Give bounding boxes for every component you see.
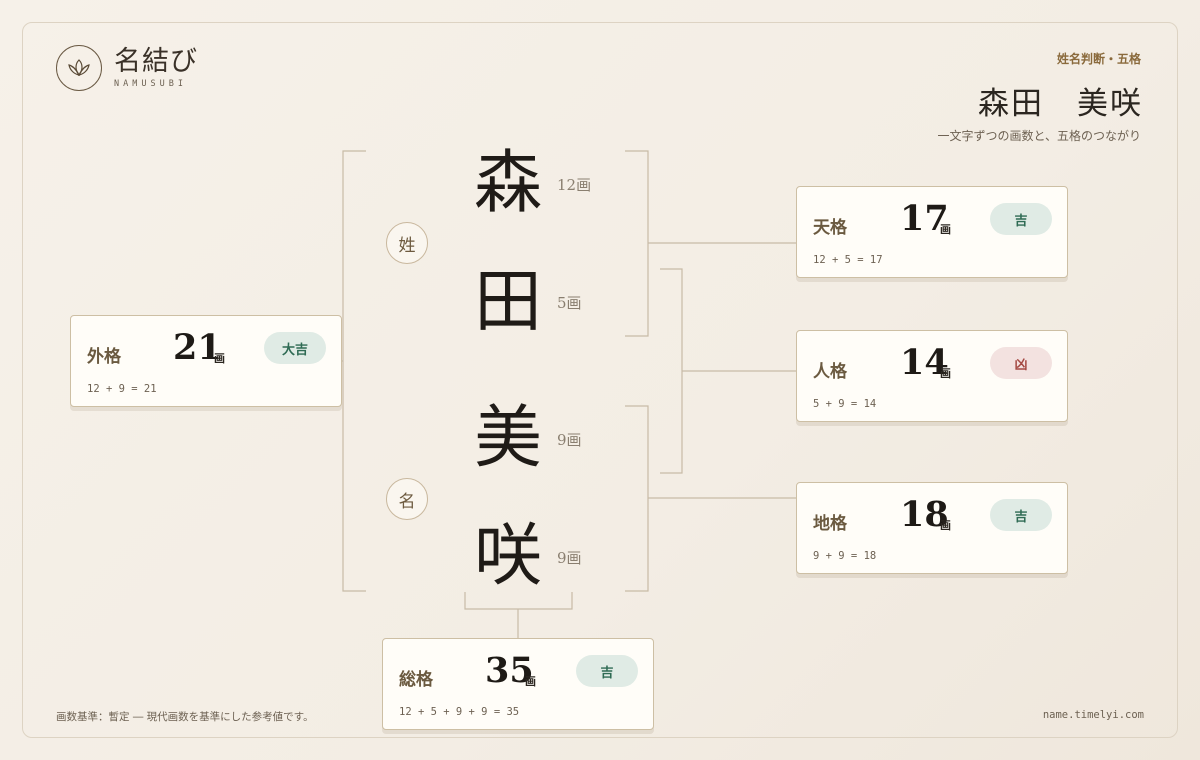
card-formula: 5 + 9 = 14 [813,398,877,410]
card-unit: 画 [940,519,951,532]
card-name: 人格 [813,362,847,382]
footer-url[interactable]: name.timelyi.com [1043,709,1144,721]
fortune-badge: 吉 [990,499,1052,531]
card-formula: 12 + 5 = 17 [813,254,883,266]
fortune-badge: 大吉 [264,332,326,364]
soukaku-card[interactable]: 総格 35 画 吉 12 + 5 + 9 + 9 = 35 [382,638,654,730]
character-3-strokes: 9画 [557,431,582,449]
fortune-badge: 吉 [576,655,638,687]
character-3: 美 [473,399,542,478]
character-4: 咲 [473,517,542,596]
card-name: 総格 [399,670,433,690]
card-name: 地格 [813,514,847,534]
card-name: 外格 [87,347,121,367]
card-formula: 9 + 9 = 18 [813,550,877,562]
character-2: 田 [473,263,542,342]
character-4-strokes: 9画 [557,549,582,567]
card-unit: 画 [525,675,536,688]
card-unit: 画 [940,223,951,236]
character-1: 森 [473,144,542,223]
card-formula: 12 + 5 + 9 + 9 = 35 [399,706,520,718]
gaikaku-card[interactable]: 外格 21 画 大吉 12 + 9 = 21 [70,315,342,407]
card-formula: 12 + 9 = 21 [87,383,157,395]
jinkaku-card[interactable]: 人格 14 画 凶 5 + 9 = 14 [796,330,1068,422]
card-unit: 画 [940,367,951,380]
fortune-badge: 吉 [990,203,1052,235]
tenkaku-card[interactable]: 天格 17 画 吉 12 + 5 = 17 [796,186,1068,278]
card-unit: 画 [214,352,225,365]
given-name-label: 名 [386,478,428,520]
fortune-badge: 凶 [990,347,1052,379]
card-name: 天格 [813,218,847,238]
footer-note: 画数基準：暫定 ― 現代画数を基準にした参考値です。 [56,711,314,723]
character-2-strokes: 5画 [557,294,582,312]
character-1-strokes: 12画 [557,176,592,194]
chikaku-card[interactable]: 地格 18 画 吉 9 + 9 = 18 [796,482,1068,574]
surname-label: 姓 [386,222,428,264]
